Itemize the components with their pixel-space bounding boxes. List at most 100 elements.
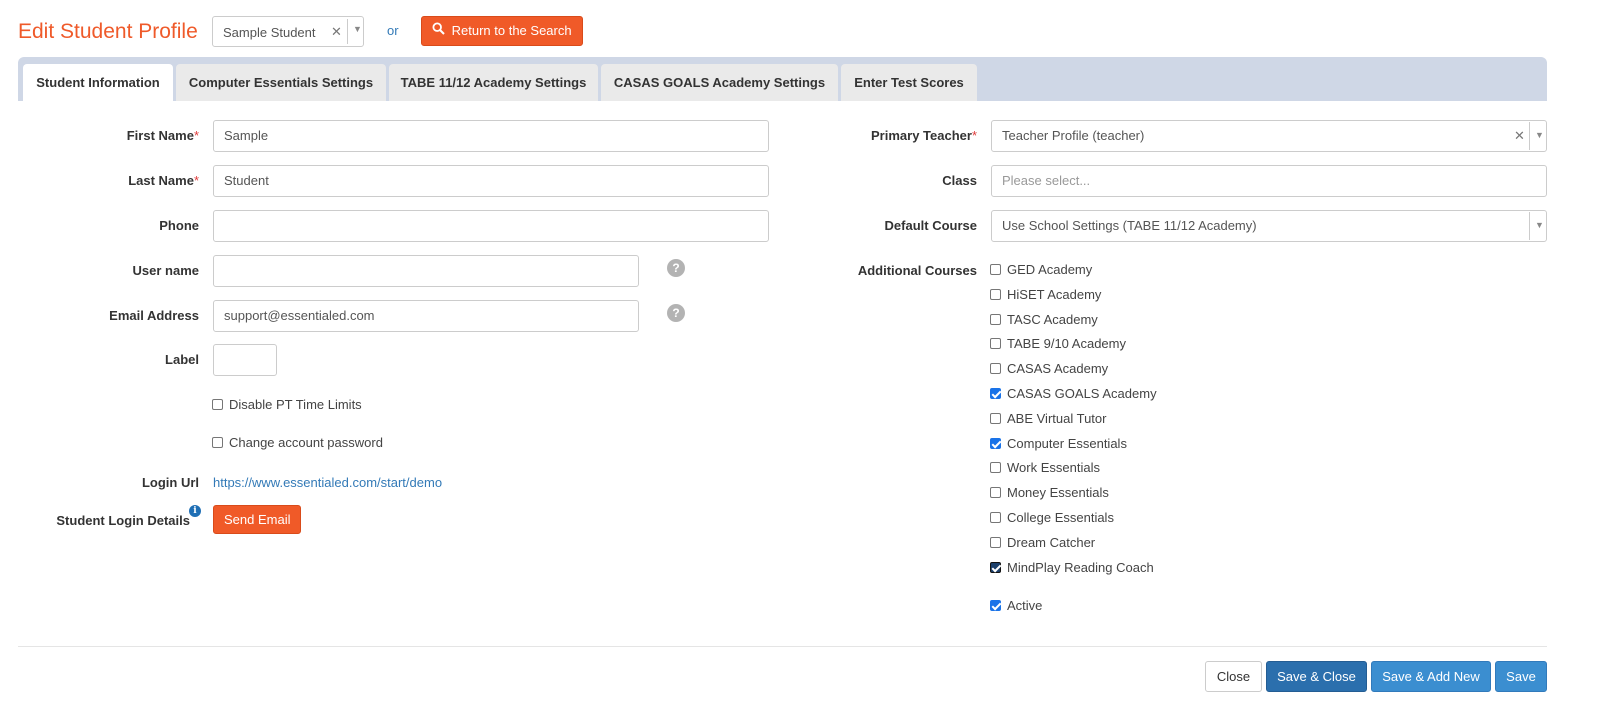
primary-teacher-label: Primary Teacher* [871,128,977,143]
class-select[interactable]: Please select... [991,165,1547,197]
select-separator [1529,122,1530,150]
save-close-button[interactable]: Save & Close [1266,661,1367,692]
course-label: College Essentials [1007,510,1114,525]
course-checkbox[interactable] [990,288,1001,300]
course-label: MindPlay Reading Coach [1007,559,1154,575]
disable-pt-time-limits-option[interactable]: Disable PT Time Limits [212,397,362,412]
search-icon [432,17,445,45]
course-label: TASC Academy [1007,311,1098,327]
or-text: or [387,23,399,38]
course-label: TABE 9/10 Academy [1007,336,1126,352]
course-checkbox[interactable] [990,437,1001,449]
active-label: Active [1007,598,1043,613]
student-select-value: Sample Student [223,25,316,40]
course-label: Computer Essentials [1007,435,1127,451]
course-option[interactable]: GED Academy [990,262,1092,277]
course-checkbox[interactable] [990,412,1001,424]
send-email-button[interactable]: Send Email [213,505,302,534]
course-checkbox[interactable] [990,264,1001,276]
page-title: Edit Student Profile [18,20,198,43]
active-option[interactable]: Active [990,598,1042,613]
default-course-select[interactable]: Use School Settings (TABE 11/12 Academy) [991,210,1547,242]
course-option[interactable]: HiSET Academy [990,287,1101,302]
save-button[interactable]: Save [1495,661,1547,692]
tab-casas-goals-academy-settings[interactable]: CASAS GOALS Academy Settings [601,64,838,101]
select-separator [347,19,348,44]
course-option[interactable]: ABE Virtual Tutor [990,411,1106,426]
course-checkbox[interactable] [990,462,1001,474]
course-label: HiSET Academy [1007,286,1102,302]
select-separator [1529,212,1530,240]
course-option[interactable]: Dream Catcher [990,535,1095,550]
course-option[interactable]: Computer Essentials [990,436,1127,451]
course-checkbox[interactable] [990,561,1001,573]
additional-courses-label: Additional Courses [857,263,977,278]
tab-student-information[interactable]: Student Information [23,64,173,101]
student-login-details-label: Student Login Details [56,513,190,528]
login-url-link[interactable]: https://www.essentialed.com/start/demo [213,475,442,490]
phone-field[interactable] [213,210,769,242]
save-add-new-button[interactable]: Save & Add New [1371,661,1491,692]
course-option[interactable]: TASC Academy [990,312,1098,327]
course-checkbox[interactable] [990,363,1001,375]
help-icon[interactable]: ? [667,259,685,277]
course-label: CASAS Academy [1007,361,1109,377]
course-checkbox[interactable] [990,338,1001,350]
class-label: Class [942,173,977,188]
return-to-search-label: Return to the Search [451,23,572,38]
course-label: ABE Virtual Tutor [1007,410,1107,426]
login-url-label: Login Url [141,475,199,490]
chevron-down-icon[interactable]: ▼ [1535,130,1544,140]
tab-computer-essentials-settings[interactable]: Computer Essentials Settings [176,64,386,101]
last-name-label: Last Name* [128,173,199,188]
phone-label: Phone [159,218,199,233]
course-option[interactable]: MindPlay Reading Coach [990,560,1154,575]
footer-divider [18,646,1547,647]
course-checkbox[interactable] [990,512,1001,524]
chevron-down-icon[interactable]: ▼ [1535,220,1544,230]
course-label: GED Academy [1007,262,1093,277]
course-option[interactable]: TABE 9/10 Academy [990,336,1126,351]
course-option[interactable]: College Essentials [990,510,1114,525]
username-field[interactable] [213,255,639,287]
chevron-down-icon[interactable]: ▼ [353,24,362,34]
email-field[interactable]: support@essentialed.com [213,300,639,332]
course-option[interactable]: CASAS GOALS Academy [990,386,1157,401]
change-password-checkbox[interactable] [212,437,223,449]
course-checkbox[interactable] [990,536,1001,548]
course-checkbox[interactable] [990,487,1001,499]
label-field[interactable] [213,344,277,376]
change-password-option[interactable]: Change account password [212,435,383,450]
first-name-label: First Name* [126,128,199,143]
default-course-label: Default Course [884,218,977,233]
return-to-search-button[interactable]: Return to the Search [421,16,583,46]
first-name-field[interactable]: Sample [213,120,769,152]
primary-teacher-select[interactable]: Teacher Profile (teacher) [991,120,1547,152]
clear-icon[interactable]: ✕ [331,24,342,40]
disable-pt-time-limits-label: Disable PT Time Limits [229,397,362,412]
label-label: Label [165,352,199,367]
info-icon[interactable]: i [189,505,201,517]
disable-pt-time-limits-checkbox[interactable] [212,399,223,411]
course-label: CASAS GOALS Academy [1007,386,1157,401]
course-option[interactable]: Work Essentials [990,460,1100,475]
active-checkbox[interactable] [990,600,1001,612]
help-icon[interactable]: ? [667,304,685,322]
course-option[interactable]: CASAS Academy [990,361,1108,376]
tab-tabe-academy-settings[interactable]: TABE 11/12 Academy Settings [389,64,598,101]
course-option[interactable]: Money Essentials [990,485,1109,500]
email-label: Email Address [109,308,199,323]
close-button[interactable]: Close [1205,661,1262,692]
last-name-field[interactable]: Student [213,165,769,197]
tab-bar: Student Information Computer Essentials … [18,57,1547,101]
course-checkbox[interactable] [990,313,1001,325]
tab-enter-test-scores[interactable]: Enter Test Scores [841,64,977,101]
clear-icon[interactable]: ✕ [1514,128,1525,144]
student-select[interactable]: Sample Student ✕ ▼ [212,16,364,47]
change-password-label: Change account password [229,435,383,450]
course-label: Money Essentials [1007,485,1109,501]
course-checkbox[interactable] [990,388,1001,400]
course-label: Work Essentials [1007,460,1100,476]
username-label: User name [132,263,199,278]
course-label: Dream Catcher [1007,534,1096,550]
